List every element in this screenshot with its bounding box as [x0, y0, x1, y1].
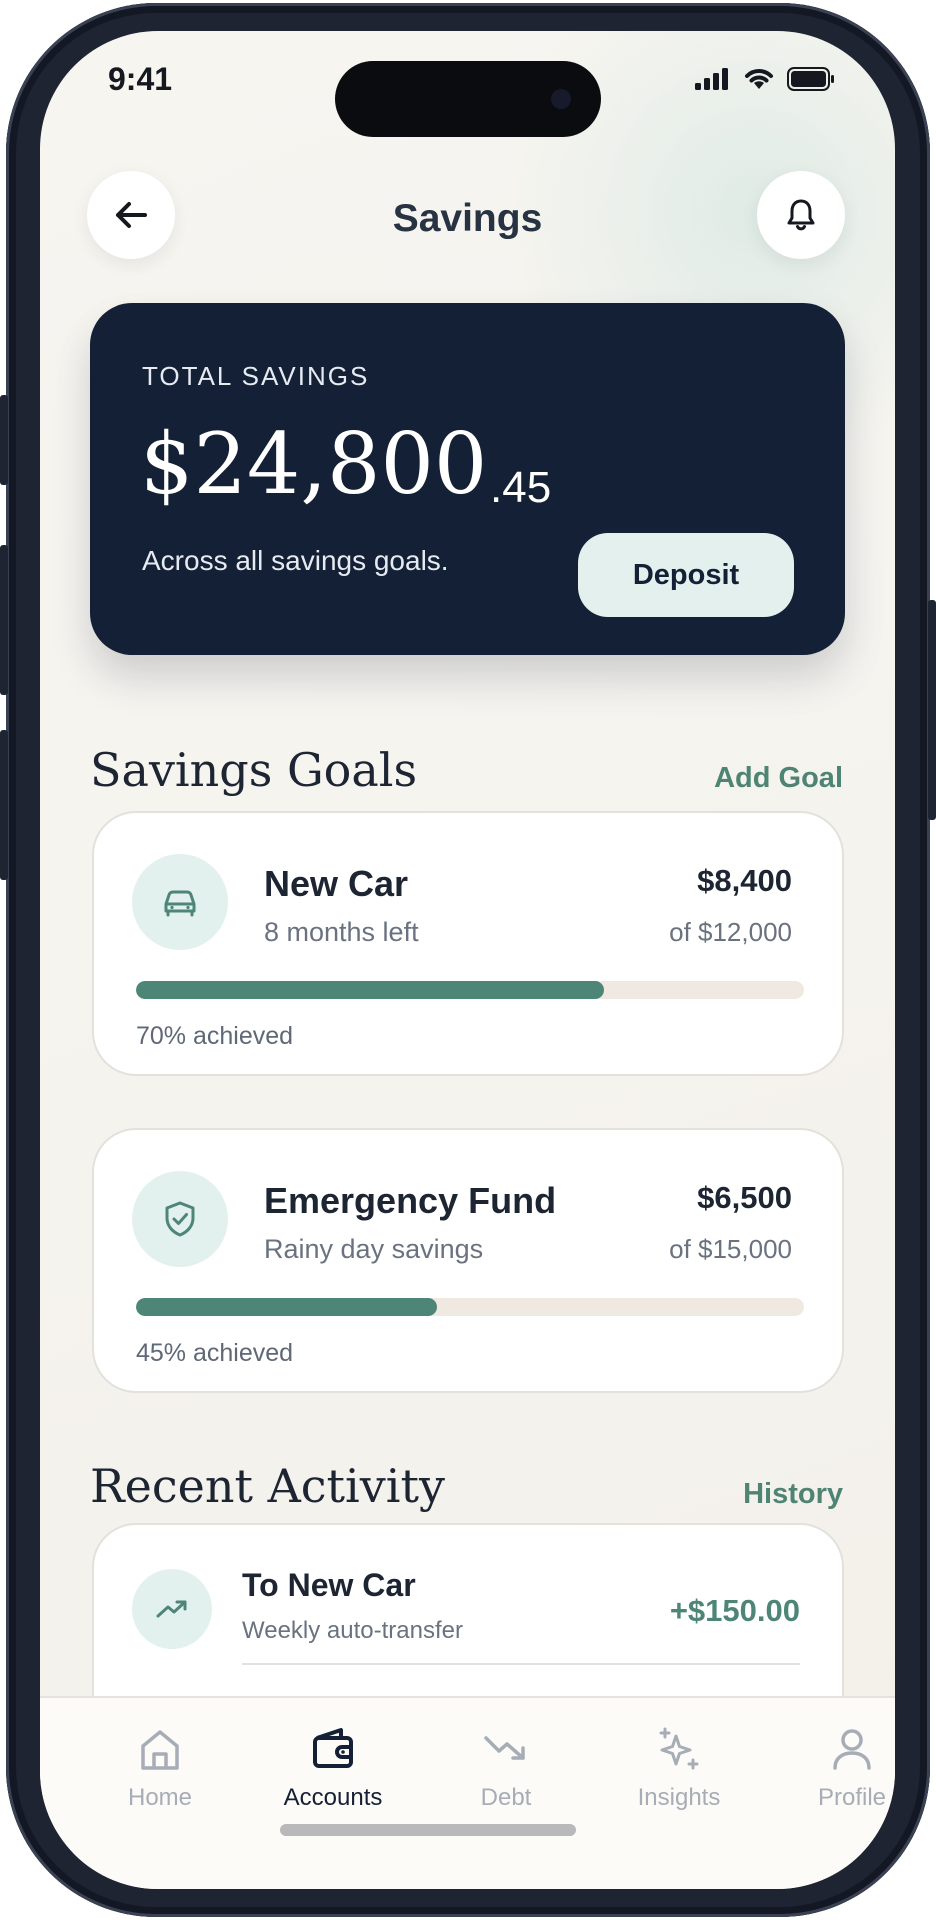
volume-down-button — [0, 730, 8, 880]
signal-icon — [695, 68, 728, 90]
home-icon — [141, 1730, 179, 1770]
activity-amount: +$150.00 — [669, 1593, 800, 1628]
recent-activity-title: Recent Activity — [90, 1459, 445, 1513]
goal-progress-bar — [136, 981, 804, 999]
goal-progress-fill — [136, 1298, 437, 1316]
user-icon — [833, 1729, 871, 1770]
notifications-button[interactable] — [757, 171, 845, 259]
goal-progress-fill — [136, 981, 604, 999]
total-savings-card: TOTAL SAVINGS $24,800 .45 Across all sav… — [90, 303, 845, 655]
mute-switch — [0, 395, 8, 485]
total-savings-cents: .45 — [490, 463, 552, 512]
status-time: 9:41 — [108, 61, 173, 97]
dynamic-island — [335, 61, 601, 137]
trending-down-icon — [484, 1736, 525, 1760]
activity-icon-wrap — [132, 1569, 212, 1649]
status-icons — [695, 67, 835, 91]
add-goal-link[interactable]: Add Goal — [714, 762, 843, 795]
goal-icon-wrap — [132, 854, 228, 950]
total-savings-label: TOTAL SAVINGS — [142, 361, 370, 391]
tab-debt[interactable]: Debt — [431, 1724, 581, 1812]
tab-bar: Home Accounts Debt Insights Profile — [40, 1696, 895, 1889]
divider — [242, 1663, 800, 1665]
tab-label: Accounts — [283, 1784, 383, 1811]
goal-target-amount: of $12,000 — [669, 917, 792, 947]
home-indicator[interactable] — [280, 1824, 576, 1836]
wallet-icon — [313, 1728, 353, 1768]
tab-accounts[interactable]: Accounts — [258, 1724, 408, 1812]
tab-insights[interactable]: Insights — [604, 1724, 754, 1812]
shield-check-icon — [165, 1201, 195, 1237]
deposit-button[interactable]: Deposit — [578, 533, 794, 617]
camera-icon — [551, 89, 571, 109]
goal-progress-label: 70% achieved — [136, 1022, 294, 1050]
wifi-icon — [745, 69, 773, 89]
tab-profile[interactable]: Profile — [777, 1724, 895, 1812]
tab-label: Insights — [637, 1784, 721, 1811]
activity-subtitle: Weekly auto-transfer — [242, 1617, 463, 1644]
trending-up-icon — [156, 1600, 187, 1618]
savings-goals-title: Savings Goals — [90, 743, 418, 797]
goal-saved-amount: $8,400 — [697, 863, 792, 898]
goal-progress-bar — [136, 1298, 804, 1316]
tab-label: Profile — [817, 1784, 887, 1811]
tab-label: Home — [127, 1784, 193, 1811]
tab-home[interactable]: Home — [85, 1724, 235, 1812]
bell-icon — [787, 199, 815, 231]
goal-subtitle: Rainy day savings — [264, 1234, 484, 1264]
app-screen: 9:41 Savings TOTAL SAVINGS $24,800 .45 A… — [40, 31, 895, 1889]
goal-name: Emergency Fund — [264, 1180, 557, 1221]
goal-card-new-car[interactable]: New Car 8 months left $8,400 of $12,000 … — [92, 811, 844, 1076]
total-savings-subtitle: Across all savings goals. — [142, 545, 449, 576]
tab-label: Debt — [480, 1784, 532, 1811]
total-savings-amount: $24,800 — [140, 415, 488, 513]
car-icon — [164, 890, 196, 917]
goal-saved-amount: $6,500 — [697, 1180, 792, 1215]
activity-title: To New Car — [242, 1567, 416, 1603]
power-button — [928, 600, 936, 820]
goal-icon-wrap — [132, 1171, 228, 1267]
goal-name: New Car — [264, 863, 409, 904]
goal-subtitle: 8 months left — [264, 917, 419, 947]
battery-icon — [787, 67, 834, 91]
goal-target-amount: of $15,000 — [669, 1234, 792, 1264]
sparkles-icon — [659, 1727, 699, 1770]
history-link[interactable]: History — [743, 1478, 843, 1511]
goal-card-emergency-fund[interactable]: Emergency Fund Rainy day savings $6,500 … — [92, 1128, 844, 1393]
goal-progress-label: 45% achieved — [136, 1339, 294, 1367]
volume-up-button — [0, 545, 8, 695]
